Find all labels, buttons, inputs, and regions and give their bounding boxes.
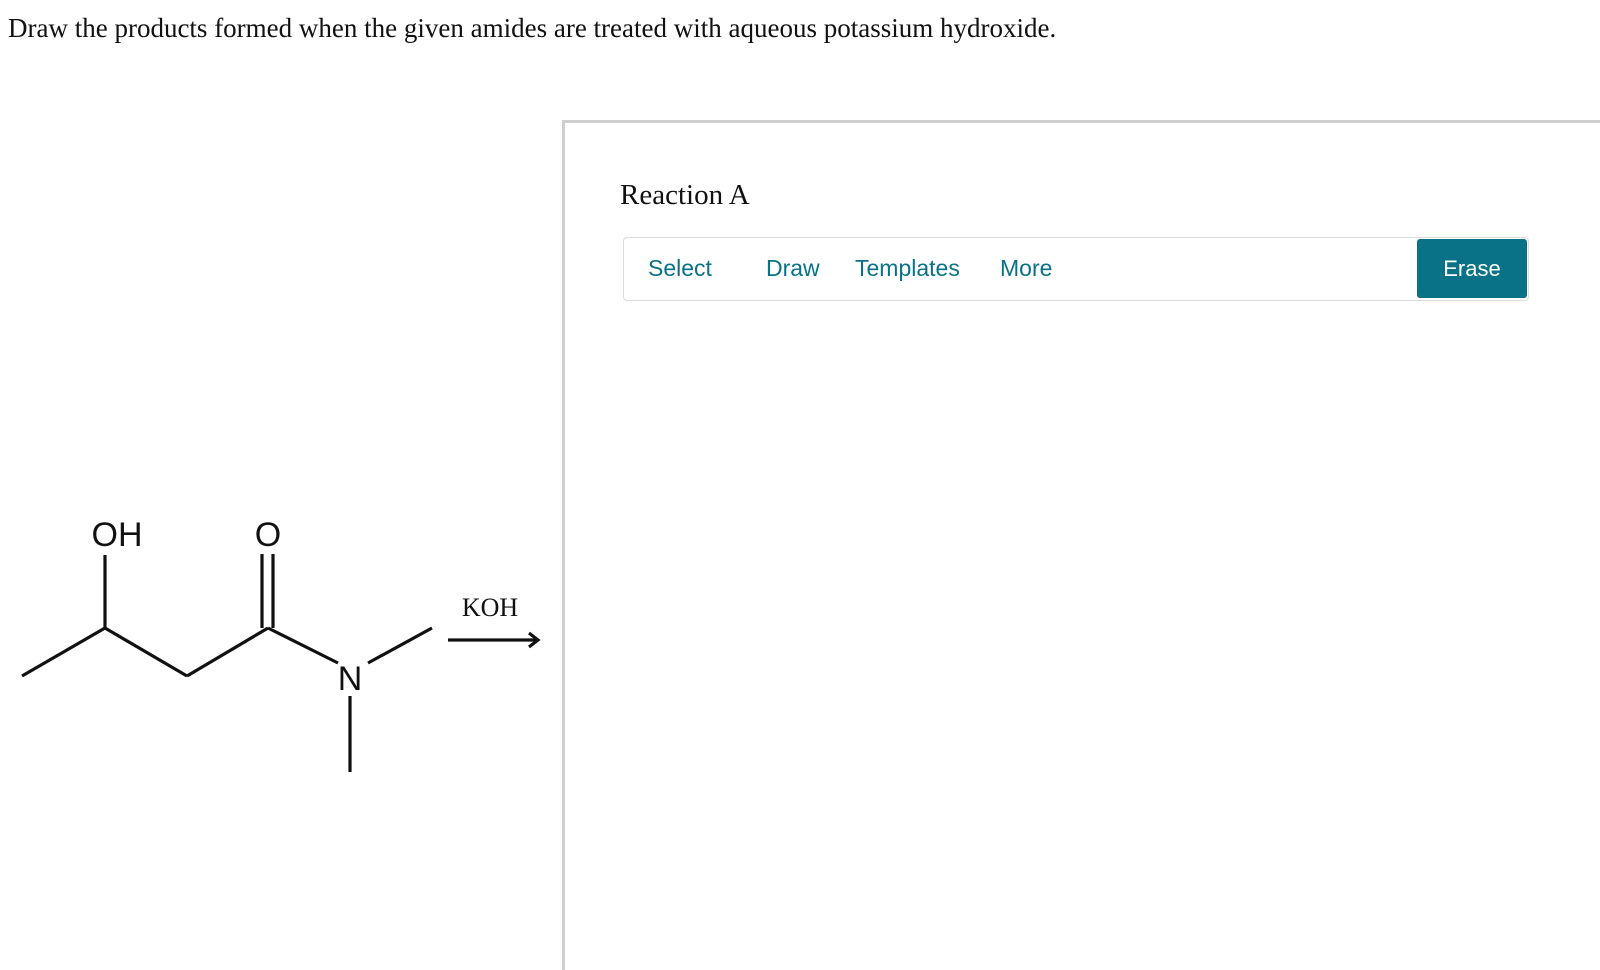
- erase-button[interactable]: Erase: [1417, 239, 1527, 298]
- select-tool[interactable]: Select: [648, 238, 712, 299]
- bond-ch2-co: [186, 626, 269, 678]
- reagent-label: KOH: [462, 593, 519, 622]
- templates-tool[interactable]: Templates: [855, 238, 960, 299]
- draw-tool[interactable]: Draw: [766, 238, 820, 299]
- bond-ch-ch2: [104, 626, 188, 678]
- nitrogen-label: N: [338, 660, 363, 698]
- drawing-panel[interactable]: Reaction A Select Draw Templates More Er…: [562, 120, 1600, 970]
- amide-structure: OH O N KOH: [21, 516, 541, 772]
- carbonyl-oxygen-label: O: [255, 516, 281, 554]
- bond-co-n: [267, 626, 339, 665]
- hydroxyl-label: OH: [92, 516, 143, 554]
- bond-n-ch3-right: [367, 626, 433, 665]
- drawing-toolbar: Select Draw Templates More Erase: [623, 237, 1529, 301]
- bond-ch3-ch: [21, 626, 106, 678]
- question-text: Draw the products formed when the given …: [8, 13, 1057, 43]
- reaction-title: Reaction A: [620, 179, 750, 211]
- more-tool[interactable]: More: [1000, 238, 1052, 299]
